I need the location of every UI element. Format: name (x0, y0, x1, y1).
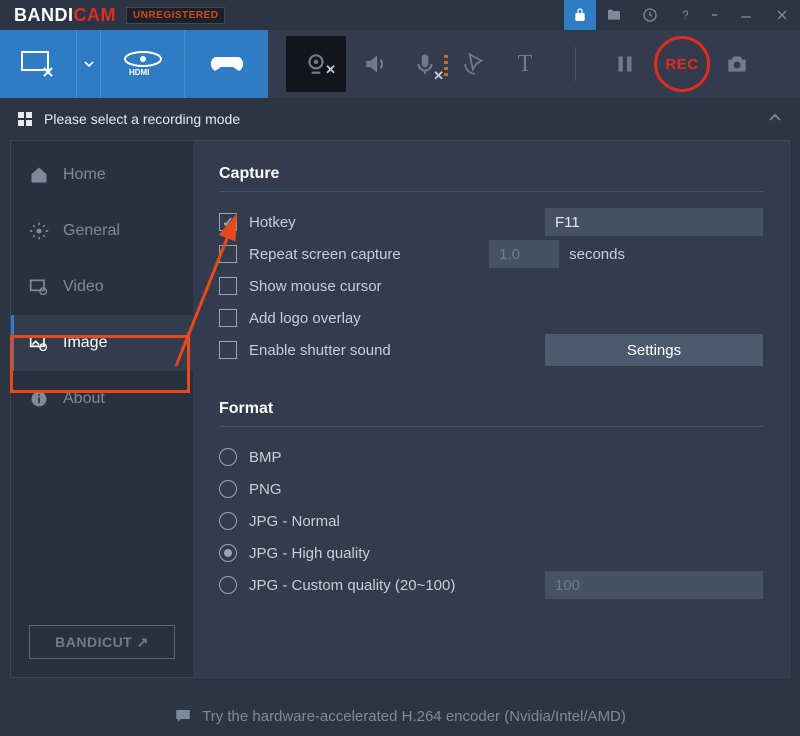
sidebar-item-label: Image (63, 334, 107, 352)
speaker-toggle[interactable] (350, 30, 400, 98)
minimize-button[interactable] (728, 0, 764, 30)
format-bmp-radio[interactable] (219, 448, 237, 466)
question-icon: ? (678, 7, 694, 23)
format-jpg-custom-radio[interactable] (219, 576, 237, 594)
cursor-checkbox[interactable] (219, 277, 237, 295)
help-button[interactable]: ? (668, 0, 704, 30)
collapse-button[interactable] (768, 111, 782, 128)
logo-cam: CAM (74, 5, 117, 25)
sidebar-item-home[interactable]: Home (11, 147, 193, 203)
format-bmp-label: BMP (249, 449, 282, 466)
camera-icon (724, 51, 750, 77)
webcam-toggle[interactable]: ✕ (286, 36, 346, 92)
mode-screen-rect[interactable] (0, 30, 76, 98)
sidebar-item-label: General (63, 222, 120, 240)
grid-icon (18, 112, 32, 126)
format-heading: Format (219, 400, 763, 427)
text-overlay-toggle[interactable]: T (500, 30, 550, 98)
open-folder-button[interactable] (596, 0, 632, 30)
hotkey-input[interactable] (545, 208, 763, 236)
sidebar-item-general[interactable]: General (11, 203, 193, 259)
chevron-down-icon (84, 59, 94, 69)
mic-off-icon: ✕ (433, 68, 444, 84)
cursor-effect-toggle[interactable] (450, 30, 500, 98)
app-logo: BANDICAM (14, 5, 116, 26)
section-heading: Please select a recording mode (44, 111, 240, 127)
pause-button[interactable] (600, 30, 650, 98)
repeat-label: Repeat screen capture (249, 246, 401, 263)
svg-text:HDMI: HDMI (129, 68, 149, 77)
bandicut-label: BANDICUT ↗ (55, 634, 149, 651)
chat-icon (174, 707, 192, 725)
image-settings-icon (29, 333, 49, 353)
bandicut-link[interactable]: BANDICUT ↗ (29, 625, 175, 659)
format-jpg-custom-label: JPG - Custom quality (20~100) (249, 577, 455, 594)
gear-icon (29, 221, 49, 241)
footer-text: Try the hardware-accelerated H.264 encod… (202, 708, 626, 725)
clock-icon (642, 7, 658, 23)
logo-checkbox[interactable] (219, 309, 237, 327)
toolbar-divider (550, 30, 600, 98)
format-png-label: PNG (249, 481, 282, 498)
close-button[interactable] (764, 0, 800, 30)
menu-button[interactable] (704, 0, 728, 30)
shutter-checkbox[interactable] (219, 341, 237, 359)
sidebar-item-about[interactable]: About (11, 371, 193, 427)
settings-content: Capture Hotkey Repeat screen capture sec… (193, 141, 789, 677)
close-icon (774, 7, 790, 23)
minimize-icon (738, 7, 754, 23)
mode-device[interactable]: HDMI (100, 30, 184, 98)
cursor-click-icon (462, 51, 488, 77)
home-icon (29, 165, 49, 185)
speaker-icon (362, 51, 388, 77)
rec-label: REC (665, 56, 698, 73)
footer-tip[interactable]: Try the hardware-accelerated H.264 encod… (0, 696, 800, 736)
lock-button[interactable] (564, 0, 596, 30)
mode-screen-dropdown[interactable] (76, 30, 100, 98)
video-settings-icon (29, 277, 49, 297)
rect-select-icon (20, 50, 56, 78)
mode-game[interactable] (184, 30, 268, 98)
sidebar-item-label: Home (63, 166, 106, 184)
hdmi-icon: HDMI (120, 51, 166, 77)
mic-toggle[interactable]: ✕ (400, 30, 450, 98)
svg-text:?: ? (682, 8, 689, 22)
format-jpg-high-radio[interactable] (219, 544, 237, 562)
pause-icon (612, 51, 638, 77)
history-button[interactable] (632, 0, 668, 30)
logo-bandi: BANDI (14, 5, 74, 25)
sidebar-item-image[interactable]: Image (11, 315, 193, 371)
repeat-interval-input[interactable] (489, 240, 559, 268)
mode-toolbar: HDMI ✕ ✕ T REC (0, 30, 800, 98)
dash-icon (708, 7, 724, 23)
settings-sidebar: Home General Video Image About BANDICUT … (11, 141, 193, 677)
format-jpg-normal-radio[interactable] (219, 512, 237, 530)
hotkey-label: Hotkey (249, 214, 296, 231)
info-icon (29, 389, 49, 409)
sidebar-item-label: Video (63, 278, 104, 296)
folder-icon (606, 7, 622, 23)
lock-icon (572, 7, 588, 23)
cursor-label: Show mouse cursor (249, 278, 382, 295)
capture-heading: Capture (219, 165, 763, 192)
license-badge: UNREGISTERED (126, 7, 225, 24)
sidebar-item-label: About (63, 390, 105, 408)
hotkey-checkbox[interactable] (219, 213, 237, 231)
sidebar-item-video[interactable]: Video (11, 259, 193, 315)
chevron-up-icon (768, 111, 782, 125)
repeat-unit: seconds (569, 246, 625, 263)
record-button[interactable]: REC (650, 30, 714, 98)
jpg-quality-input[interactable] (545, 571, 763, 599)
capture-settings-button[interactable]: Settings (545, 334, 763, 366)
shutter-label: Enable shutter sound (249, 342, 391, 359)
logo-label: Add logo overlay (249, 310, 361, 327)
screenshot-button[interactable] (714, 30, 760, 98)
gamepad-icon (207, 51, 247, 77)
webcam-off-icon: ✕ (325, 62, 336, 78)
format-jpg-high-label: JPG - High quality (249, 545, 370, 562)
repeat-checkbox[interactable] (219, 245, 237, 263)
format-jpg-normal-label: JPG - Normal (249, 513, 340, 530)
format-png-radio[interactable] (219, 480, 237, 498)
